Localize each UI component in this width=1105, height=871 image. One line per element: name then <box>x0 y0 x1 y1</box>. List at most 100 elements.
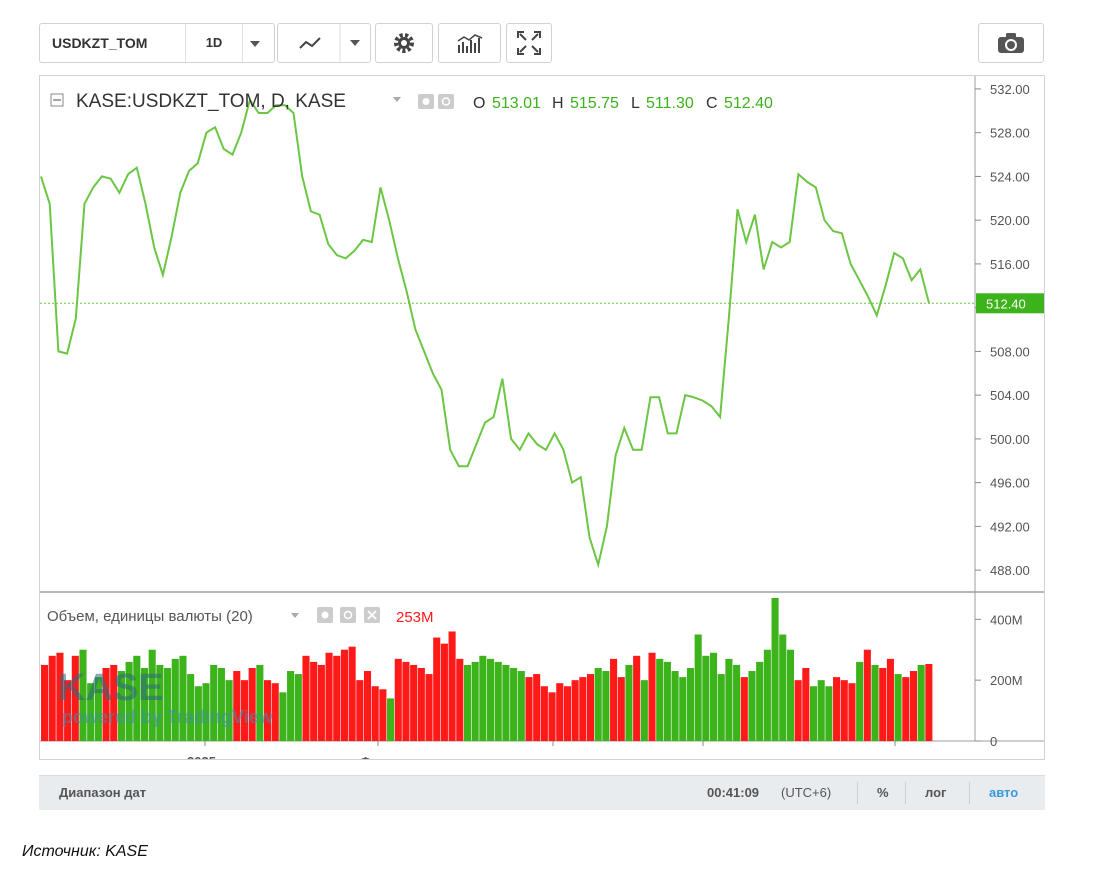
open-value: 513.01 <box>492 95 541 112</box>
log-toggle[interactable]: лог <box>925 785 946 800</box>
volume-bar <box>302 655 310 741</box>
volume-bar <box>487 658 495 741</box>
volume-bar <box>917 664 925 741</box>
volume-bar <box>417 667 425 741</box>
volume-tick-label: 200M <box>990 673 1023 688</box>
price-tick-label: 520.00 <box>990 213 1030 228</box>
volume-bar <box>863 649 871 741</box>
volume-bar <box>571 680 579 741</box>
price-tick-label: 528.00 <box>990 126 1030 141</box>
chevron-down-icon[interactable] <box>250 41 260 47</box>
volume-value: 253M <box>396 609 434 626</box>
percent-toggle[interactable]: % <box>877 785 889 800</box>
volume-bar <box>794 680 802 741</box>
volume-bar <box>702 655 710 741</box>
price-tick-label: 500.00 <box>990 432 1030 447</box>
interval-selector[interactable]: 1D <box>185 35 243 50</box>
volume-scale[interactable]: 400M 200M 0 <box>975 612 1023 749</box>
volume-bar <box>471 661 479 741</box>
volume-bar <box>433 637 441 741</box>
volume-bar <box>164 667 172 741</box>
volume-tick-label: 0 <box>990 734 997 749</box>
toolbar: USDKZT_TOM 1D <box>30 14 1052 72</box>
volume-bar <box>563 686 571 741</box>
chevron-down-icon[interactable] <box>291 613 299 618</box>
volume-bar <box>533 674 541 741</box>
volume-bar <box>694 634 702 741</box>
volume-bar <box>856 661 864 741</box>
volume-bar <box>840 680 848 741</box>
volume-bar <box>671 671 679 741</box>
gear-icon <box>394 33 414 53</box>
price-scale[interactable]: 532.00528.00524.00520.00516.00512.00508.… <box>975 82 1030 578</box>
volume-bar <box>333 655 341 741</box>
volume-bar <box>256 664 264 741</box>
volume-bar <box>279 692 287 741</box>
volume-bar <box>179 655 187 741</box>
volume-bar <box>748 671 756 741</box>
volume-bar <box>310 661 318 741</box>
volume-bar <box>725 658 733 741</box>
volume-bar <box>763 649 771 741</box>
volume-bar <box>802 667 810 741</box>
settings-button[interactable] <box>375 23 433 63</box>
volume-bar <box>356 680 364 741</box>
volume-bar <box>540 686 548 741</box>
volume-bar <box>248 667 256 741</box>
volume-bar <box>456 658 464 741</box>
last-price-label: 512.40 <box>986 296 1026 311</box>
volume-bar <box>879 667 887 741</box>
price-line: 512.40 <box>40 97 1044 569</box>
price-tick-label: 504.00 <box>990 388 1030 403</box>
volume-bar <box>479 655 487 741</box>
price-tick-label: 516.00 <box>990 257 1030 272</box>
volume-bar <box>294 674 302 741</box>
time-tick-label: Фев <box>360 754 386 759</box>
volume-bar <box>909 671 918 741</box>
volume-bar <box>579 677 587 741</box>
chart-area[interactable]: 532.00528.00524.00520.00516.00512.00508.… <box>39 75 1045 769</box>
gear-icon[interactable] <box>438 94 454 109</box>
indicators-icon <box>457 34 482 53</box>
volume-bar <box>271 683 279 741</box>
source-caption: Источник: KASE <box>22 843 148 860</box>
date-range-button[interactable]: Диапазон дат <box>59 785 146 800</box>
auto-toggle[interactable]: авто <box>989 785 1018 800</box>
symbol-selector[interactable]: USDKZT_TOM 1D <box>39 23 275 63</box>
volume-bar <box>779 634 787 741</box>
volume-bar <box>463 664 472 741</box>
volume-bar <box>648 652 656 741</box>
price-tick-label: 532.00 <box>990 82 1030 97</box>
volume-bar <box>825 686 833 741</box>
volume-bar <box>363 671 372 741</box>
volume-bar <box>340 649 348 741</box>
price-tick-label: 492.00 <box>990 519 1030 534</box>
gear-icon[interactable] <box>340 607 356 623</box>
volume-bar <box>594 667 602 741</box>
volume-bar <box>510 667 518 741</box>
timezone-label[interactable]: (UTC+6) <box>781 785 831 800</box>
volume-bar <box>640 680 648 741</box>
volume-bar <box>633 655 641 741</box>
price-tick-label: 508.00 <box>990 344 1030 359</box>
volume-bar <box>733 664 741 741</box>
chevron-down-icon[interactable] <box>393 97 401 102</box>
volume-bar <box>663 661 671 741</box>
time-tick-label: 2025 <box>187 754 216 759</box>
volume-title[interactable]: Объем, единицы валюты (20) <box>47 608 253 625</box>
close-label: C <box>706 95 718 112</box>
volume-bar <box>371 686 379 741</box>
legend-title[interactable]: KASE:USDKZT_TOM, D, KASE <box>76 91 346 112</box>
indicators-button[interactable] <box>438 23 501 63</box>
snapshot-button[interactable] <box>978 23 1044 63</box>
chart-svg[interactable]: 532.00528.00524.00520.00516.00512.00508.… <box>40 76 1044 769</box>
volume-tick-label: 400M <box>990 612 1023 627</box>
chart-type-button[interactable] <box>277 23 371 63</box>
price-tick-label: 488.00 <box>990 563 1030 578</box>
volume-bar <box>656 658 664 741</box>
price-tick-label: 524.00 <box>990 169 1030 184</box>
volume-bar <box>410 664 418 741</box>
volume-bar <box>602 671 610 741</box>
fullscreen-button[interactable] <box>506 23 552 63</box>
time-scale[interactable]: 2025 Фев <box>187 741 896 769</box>
